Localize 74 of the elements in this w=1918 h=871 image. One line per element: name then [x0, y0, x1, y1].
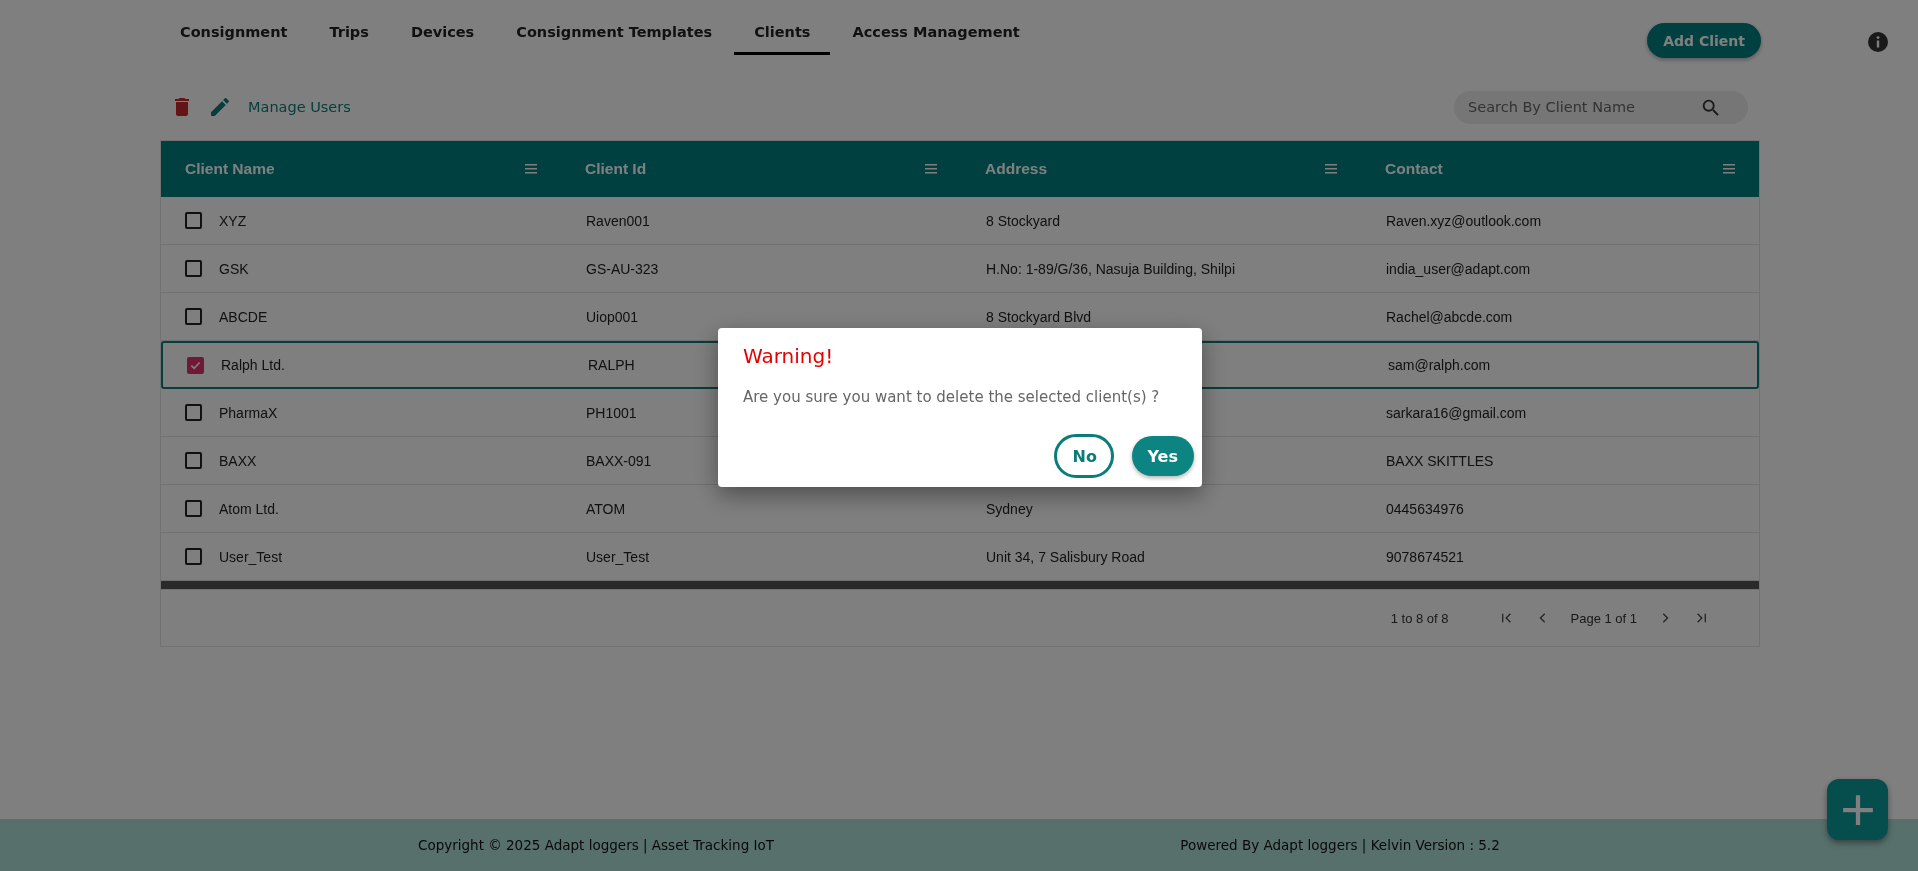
table-cell: sarkara16@gmail.com — [1386, 404, 1527, 421]
table-cell: XYZ — [219, 212, 247, 229]
first-page-icon[interactable] — [1500, 612, 1513, 624]
table-cell: ABCDE — [219, 308, 268, 325]
table-cell: GSK — [219, 260, 249, 277]
nav-tab[interactable]: Devices — [390, 0, 495, 55]
table-cell: GS-AU-323 — [586, 260, 659, 277]
checkbox[interactable] — [185, 308, 202, 325]
table-cell: BAXX-091 — [586, 452, 652, 469]
checkbox[interactable] — [187, 356, 204, 374]
page-label: Page 1 of 1 — [1570, 610, 1637, 626]
menu-icon[interactable] — [925, 163, 937, 175]
dialog-message: Are you sure you want to delete the selected client(s) ? — [743, 388, 1161, 406]
table-cell: ATOM — [586, 500, 626, 517]
menu-icon[interactable] — [1325, 163, 1337, 175]
row-count: 1 to 8 of 8 — [1390, 610, 1449, 626]
menu-icon[interactable] — [525, 163, 537, 175]
table-cell: Rachel@abcde.com — [1386, 308, 1513, 325]
table-cell: Raven001 — [586, 212, 650, 229]
add-client-button[interactable]: Add Client — [1647, 23, 1761, 58]
plus-icon — [1842, 792, 1873, 827]
checkbox[interactable] — [185, 500, 202, 517]
copyright-text: Copyright © 2025 Adapt loggers | Asset Tracking IoT — [417, 837, 775, 853]
table-cell: BAXX — [219, 452, 257, 469]
column-header[interactable]: Client Name — [161, 160, 561, 178]
nav-tab[interactable]: Access Management — [832, 0, 1040, 55]
manage-users-link[interactable]: Manage Users — [248, 99, 351, 115]
info-icon[interactable] — [1868, 32, 1888, 52]
table-cell: 8 Stockyard Blvd — [986, 308, 1092, 325]
table-cell: india_user@adapt.com — [1386, 260, 1531, 277]
menu-icon[interactable] — [1723, 163, 1735, 175]
nav-tab[interactable]: Consignment Templates — [496, 0, 733, 55]
nav-tab[interactable]: Clients — [734, 0, 831, 55]
last-page-icon[interactable] — [1695, 612, 1707, 624]
version-text: Powered By Adapt loggers | Kelvin Version : 5.2 — [1179, 837, 1501, 853]
table-cell: PharmaX — [219, 404, 278, 421]
table-cell: PH1001 — [586, 404, 637, 421]
checkbox[interactable] — [185, 452, 202, 469]
column-header[interactable]: Contact — [1361, 160, 1759, 178]
table-cell: 8 Stockyard — [986, 212, 1060, 229]
checkbox[interactable] — [185, 260, 202, 277]
table-cell: Sydney — [986, 500, 1033, 517]
pencil-icon[interactable] — [208, 95, 232, 119]
column-header[interactable]: Client Id — [561, 160, 961, 178]
table-cell: BAXX SKITTLES — [1386, 452, 1494, 469]
table-cell: User_Test — [219, 548, 283, 565]
table-cell: 0445634976 — [1386, 500, 1464, 517]
header-label: Address — [985, 160, 1049, 178]
nav-tab[interactable]: Trips — [309, 0, 389, 55]
header-label: Client Id — [585, 160, 648, 178]
add-fab-button[interactable] — [1827, 779, 1888, 840]
yes-button[interactable]: Yes — [1131, 436, 1194, 476]
table-cell: RALPH — [588, 357, 635, 373]
nav-tab[interactable]: Consignment — [160, 0, 308, 55]
checkbox[interactable] — [185, 548, 202, 565]
horizontal-scrollbar[interactable] — [161, 581, 1759, 589]
header-label: Client Name — [185, 160, 276, 178]
search-field[interactable]: Search By Client Name — [1454, 90, 1748, 124]
table-cell: sam@ralph.com — [1388, 357, 1491, 373]
table-cell: H.No: 1-89/G/36, Nasuja Building, Shilpi — [986, 260, 1236, 277]
checkbox[interactable] — [185, 212, 202, 229]
table-cell: Uiop001 — [586, 308, 639, 325]
table-cell: Unit 34, 7 Salisbury Road — [986, 548, 1145, 565]
table-cell: 9078674521 — [1386, 548, 1464, 565]
dialog-title: Warning! — [743, 344, 835, 368]
header-label: Contact — [1385, 160, 1444, 178]
table-cell: Raven.xyz@outlook.com — [1386, 212, 1542, 229]
no-button[interactable]: No — [1053, 434, 1114, 478]
table-cell: Ralph Ltd. — [221, 357, 285, 373]
checkbox[interactable] — [185, 404, 202, 421]
check-icon — [190, 359, 201, 371]
table-cell: Atom Ltd. — [219, 500, 279, 517]
column-header[interactable]: Address — [961, 160, 1361, 178]
table-cell: User_Test — [586, 548, 650, 565]
